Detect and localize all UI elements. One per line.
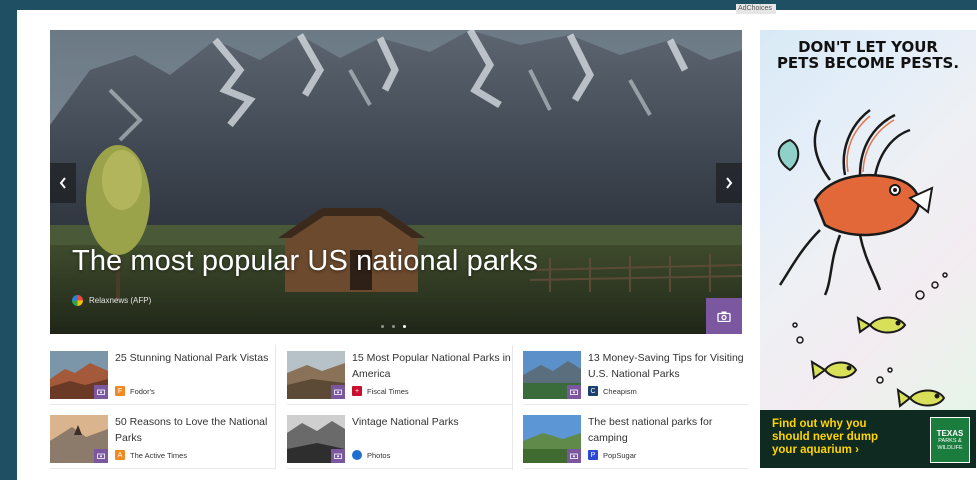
divider: [523, 468, 748, 469]
source-logo-icon: [72, 295, 83, 306]
story-title[interactable]: 50 Reasons to Love the National Parks: [115, 415, 275, 446]
story-source[interactable]: + Fiscal Times: [352, 386, 409, 396]
divider: [287, 404, 512, 405]
fiscal-times-logo-icon: +: [352, 386, 362, 396]
slide-dot[interactable]: [381, 325, 384, 328]
camera-icon: [567, 385, 581, 399]
story-title[interactable]: 13 Money-Saving Tips for Visiting U.S. N…: [588, 351, 748, 382]
hero-source-name: Relaxnews (AFP): [89, 296, 152, 305]
ad-headline-line: PETS BECOME PESTS.: [776, 54, 960, 72]
hero-prev-button[interactable]: [50, 163, 76, 203]
story-source[interactable]: C Cheapism: [588, 386, 637, 396]
slide-dot[interactable]: [392, 325, 395, 328]
slideshow-dots: [381, 325, 406, 328]
logo-line: TEXAS: [936, 429, 964, 438]
camera-icon: [717, 311, 731, 322]
story-source-name: Cheapism: [603, 386, 637, 396]
chevron-left-icon: [59, 177, 66, 189]
ad-cta-line: Find out why you: [772, 418, 867, 430]
story-card[interactable]: 50 Reasons to Love the National Parks A …: [50, 407, 275, 469]
story-source-name: Photos: [367, 450, 391, 460]
story-thumbnail: [50, 415, 108, 463]
ad-footer[interactable]: Find out why you should never dump your …: [760, 410, 976, 468]
popsugar-logo-icon: P: [588, 450, 598, 460]
hero-title[interactable]: The most popular US national parks: [72, 245, 538, 278]
texas-parks-wildlife-logo: TEXAS PARKS & WILDLIFE: [930, 417, 970, 463]
story-card[interactable]: 25 Stunning National Park Vistas F Fodor…: [50, 343, 275, 405]
ad-cta[interactable]: Find out why you should never dump your …: [772, 418, 878, 457]
story-source-name: The Active Times: [130, 450, 188, 460]
column-divider: [275, 345, 276, 470]
story-title[interactable]: Vintage National Parks: [352, 415, 512, 431]
divider: [50, 468, 275, 469]
divider: [287, 468, 512, 469]
story-source-name: PopSugar: [603, 450, 637, 460]
story-source[interactable]: P PopSugar: [588, 450, 636, 460]
camera-icon: [331, 385, 345, 399]
story-source-name: Fodor's: [130, 386, 155, 396]
slide-dot-active[interactable]: [403, 325, 406, 328]
story-card[interactable]: The best national parks for camping P Po…: [523, 407, 748, 469]
story-card[interactable]: Vintage National Parks Photos: [287, 407, 512, 469]
fodors-logo-icon: F: [115, 386, 125, 396]
story-source[interactable]: Photos: [352, 450, 390, 460]
hero-slideshow[interactable]: The most popular US national parks Relax…: [50, 30, 742, 334]
divider: [523, 404, 748, 405]
advertisement[interactable]: DON'T LET YOUR PETS BECOME PESTS. Find o…: [760, 30, 976, 468]
lionfish-illustration-icon: [777, 109, 948, 408]
chevron-right-icon: [726, 177, 733, 189]
story-title[interactable]: 25 Stunning National Park Vistas: [115, 351, 275, 367]
hero-source[interactable]: Relaxnews (AFP): [72, 295, 151, 306]
photos-logo-icon: [352, 450, 362, 460]
story-source-name: Fiscal Times: [367, 386, 409, 396]
story-thumbnail: [50, 351, 108, 399]
adchoices-text: AdChoices: [738, 5, 772, 12]
gallery-button[interactable]: [706, 298, 742, 334]
adchoices-label[interactable]: AdChoices: [736, 4, 776, 14]
story-thumbnail: [523, 415, 581, 463]
divider: [50, 404, 275, 405]
column-divider: [512, 345, 513, 470]
ad-cta-line: should never dump: [772, 431, 879, 443]
camera-icon: [567, 449, 581, 463]
ad-headline-line: DON'T LET YOUR: [798, 38, 938, 56]
hero-image: [50, 30, 742, 334]
cheapism-logo-icon: C: [588, 386, 598, 396]
ad-cta-line: your aquarium ›: [772, 444, 859, 456]
camera-icon: [94, 449, 108, 463]
hero-next-button[interactable]: [716, 163, 742, 203]
ad-headline: DON'T LET YOUR PETS BECOME PESTS.: [760, 39, 976, 71]
story-thumbnail: [523, 351, 581, 399]
story-title[interactable]: 15 Most Popular National Parks in Americ…: [352, 351, 512, 382]
story-title[interactable]: The best national parks for camping: [588, 415, 748, 446]
story-card[interactable]: 13 Money-Saving Tips for Visiting U.S. N…: [523, 343, 748, 405]
story-source[interactable]: F Fodor's: [115, 386, 155, 396]
story-thumbnail: [287, 415, 345, 463]
camera-icon: [94, 385, 108, 399]
story-thumbnail: [287, 351, 345, 399]
story-card[interactable]: 15 Most Popular National Parks in Americ…: [287, 343, 512, 405]
camera-icon: [331, 449, 345, 463]
active-times-logo-icon: A: [115, 450, 125, 460]
story-source[interactable]: A The Active Times: [115, 450, 187, 460]
logo-line: WILDLIFE: [937, 444, 963, 451]
